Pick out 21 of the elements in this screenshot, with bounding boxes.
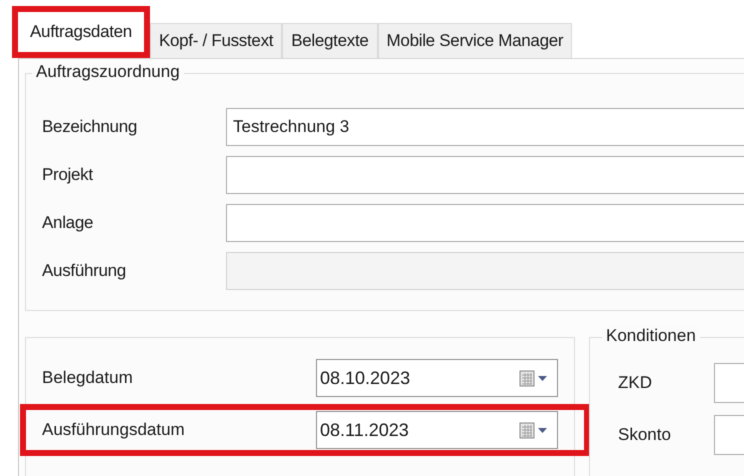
calendar-dropdown-icon[interactable] (519, 421, 549, 439)
tab[interactable]: Kopf- / Fusstext (150, 23, 282, 58)
calendar-dropdown-icon[interactable] (519, 369, 549, 387)
field-label: Ausführungsdatum (41, 420, 186, 440)
tab[interactable]: Belegtexte (282, 23, 378, 58)
text-field[interactable] (714, 363, 744, 403)
text-field[interactable] (226, 204, 744, 242)
date-picker[interactable]: 08.10.2023 (316, 359, 558, 397)
date-picker[interactable]: 08.11.2023 (316, 411, 558, 449)
field-label: Ausführung (41, 261, 127, 281)
group-title: Auftragszuordnung (32, 63, 184, 81)
field-label: ZKD (617, 373, 653, 393)
field-label: Projekt (41, 165, 94, 185)
text-field[interactable] (226, 156, 744, 194)
text-field[interactable] (714, 415, 744, 455)
field-label: Belegdatum (41, 368, 134, 388)
tab[interactable]: Mobile Service Manager (378, 23, 572, 58)
field-label: Skonto (617, 425, 672, 445)
field-label: Anlage (41, 213, 94, 233)
text-field[interactable]: Testrechnung 3 (226, 108, 744, 146)
field-label: Bezeichnung (41, 117, 138, 137)
